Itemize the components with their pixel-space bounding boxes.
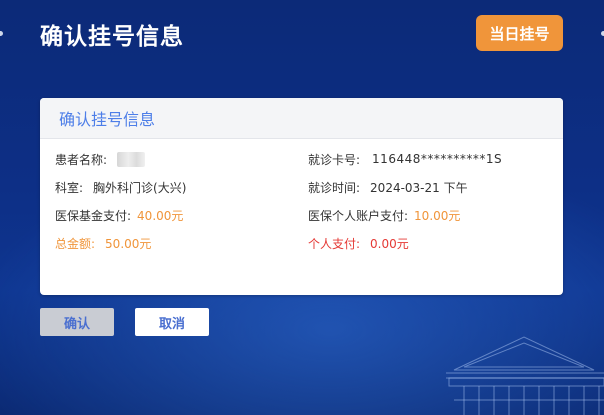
visit-time-value: 2024-03-21 下午 [370, 180, 468, 195]
confirm-button[interactable]: 确认 [40, 308, 114, 336]
department-label: 科室: [55, 180, 84, 195]
cancel-button[interactable]: 取消 [135, 308, 209, 336]
self-pay-label: 个人支付: [308, 236, 361, 251]
insurance-personal-label: 医保个人账户支付: [308, 208, 409, 223]
info-row-3: 医保基金支付: 40.00元 医保个人账户支付: 10.00元 [40, 206, 563, 224]
total-amount-label: 总金额: [55, 236, 96, 251]
card-number-label: 就诊卡号: [308, 152, 361, 167]
card-number-value: 116448**********1S [372, 152, 503, 166]
card-title: 确认挂号信息 [40, 98, 563, 139]
insurance-fund-field: 医保基金支付: 40.00元 [55, 206, 183, 224]
building-illustration-icon [446, 336, 604, 415]
self-pay-field: 个人支付: 0.00元 [308, 234, 409, 252]
department-field: 科室: 胸外科门诊(大兴) [55, 178, 186, 196]
info-row-1: 患者名称: 就诊卡号: 116448**********1S [40, 150, 563, 168]
total-amount-value: 50.00元 [105, 236, 152, 251]
left-edge-dot [0, 31, 3, 36]
card-number-field: 就诊卡号: 116448**********1S [308, 150, 502, 168]
visit-time-field: 就诊时间: 2024-03-21 下午 [308, 178, 468, 196]
patient-name-label: 患者名称: [55, 152, 108, 167]
registration-confirm-card: 确认挂号信息 患者名称: 就诊卡号: 116448**********1S 科室… [40, 98, 563, 295]
insurance-personal-value: 10.00元 [414, 208, 461, 223]
page-title: 确认挂号信息 [40, 24, 184, 50]
insurance-personal-field: 医保个人账户支付: 10.00元 [308, 206, 460, 224]
self-pay-value: 0.00元 [370, 236, 409, 251]
patient-name-redacted [117, 151, 146, 167]
info-row-2: 科室: 胸外科门诊(大兴) 就诊时间: 2024-03-21 下午 [40, 178, 563, 196]
same-day-registration-button[interactable]: 当日挂号 [476, 15, 563, 51]
info-row-4: 总金额: 50.00元 个人支付: 0.00元 [40, 234, 563, 252]
insurance-fund-label: 医保基金支付: [55, 208, 132, 223]
department-value: 胸外科门诊(大兴) [93, 180, 187, 195]
total-amount-field: 总金额: 50.00元 [55, 234, 151, 252]
insurance-fund-value: 40.00元 [137, 208, 184, 223]
patient-name-field: 患者名称: [55, 150, 146, 168]
visit-time-label: 就诊时间: [308, 180, 361, 195]
